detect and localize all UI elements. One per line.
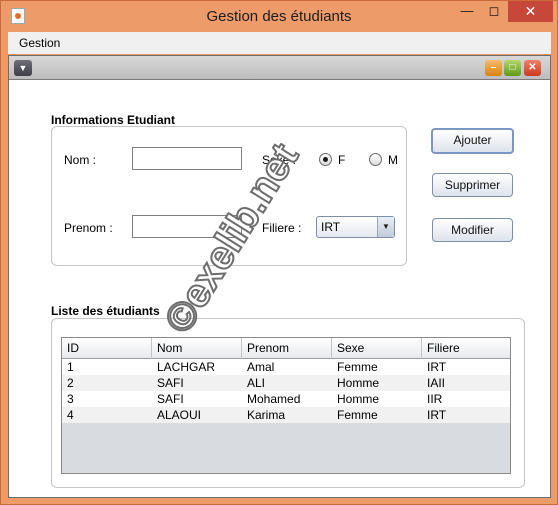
radio-m[interactable] [369, 153, 382, 166]
table-row[interactable]: 1 LACHGAR Amal Femme IRT [62, 359, 510, 375]
radio-f-label: F [338, 153, 346, 167]
frame-maximize-button[interactable]: □ [504, 60, 521, 76]
menu-gestion[interactable]: Gestion [19, 36, 60, 50]
cell-id: 1 [67, 360, 74, 374]
nom-label: Nom : [64, 153, 97, 167]
table-row[interactable]: 2 SAFI ALI Homme IAII [62, 375, 510, 391]
cell-prenom: Amal [247, 360, 275, 374]
title-bar[interactable]: Gestion des étudiants — ◻ ✕ [1, 1, 557, 32]
frame-close-button[interactable]: ✕ [524, 60, 541, 76]
column-header-sexe[interactable]: Sexe [332, 338, 422, 359]
application-window: Gestion des étudiants — ◻ ✕ Gestion ▼ – … [0, 0, 558, 505]
cell-filiere: IAII [427, 376, 446, 390]
minimize-button[interactable]: — [454, 1, 480, 22]
menu-bar: Gestion [8, 32, 551, 54]
column-header-nom[interactable]: Nom [152, 338, 242, 359]
cell-filiere: IIR [427, 392, 443, 406]
table-body: 1 LACHGAR Amal Femme IRT 2 SAFI ALI Homm… [62, 359, 510, 423]
prenom-input[interactable] [132, 215, 242, 238]
column-header-id[interactable]: ID [62, 338, 152, 359]
cell-id: 3 [67, 392, 74, 406]
chevron-down-icon[interactable]: ▼ [377, 217, 394, 237]
cell-prenom: Karima [247, 408, 286, 422]
cell-nom: ALAOUI [157, 408, 202, 422]
nom-input[interactable] [132, 147, 242, 170]
cell-sexe: Femme [337, 360, 378, 374]
list-group-title: Liste des étudiants [51, 304, 160, 318]
students-table: ID Nom Prenom Sexe Filiere 1 LACHGAR Ama… [61, 337, 511, 474]
filiere-selected-value: IRT [321, 220, 341, 234]
maximize-button[interactable]: ◻ [481, 1, 507, 22]
internal-frame: ▼ – □ ✕ Informations Etudiant Nom : Pren… [8, 55, 551, 498]
cell-nom: SAFI [157, 376, 184, 390]
close-button[interactable]: ✕ [508, 1, 553, 22]
cell-sexe: Homme [337, 392, 380, 406]
cell-sexe: Femme [337, 408, 378, 422]
radio-f[interactable] [319, 153, 332, 166]
filiere-label: Filiere : [262, 221, 302, 235]
column-header-filiere[interactable]: Filiere [422, 338, 510, 359]
cell-prenom: Mohamed [247, 392, 301, 406]
cell-filiere: IRT [427, 360, 447, 374]
frame-minimize-button[interactable]: – [485, 60, 502, 76]
cell-id: 2 [67, 376, 74, 390]
cell-nom: LACHGAR [157, 360, 216, 374]
frame-content: Informations Etudiant Nom : Prenom : Sex… [9, 81, 550, 497]
cell-prenom: ALI [247, 376, 266, 390]
prenom-label: Prenom : [64, 221, 113, 235]
sexe-label: Sexe : [262, 153, 297, 167]
table-row[interactable]: 3 SAFI Mohamed Homme IIR [62, 391, 510, 407]
supprimer-button[interactable]: Supprimer [432, 173, 513, 197]
modifier-button[interactable]: Modifier [432, 218, 513, 242]
cell-id: 4 [67, 408, 74, 422]
radio-m-label: M [388, 153, 398, 167]
info-group-title: Informations Etudiant [51, 113, 175, 127]
cell-filiere: IRT [427, 408, 447, 422]
frame-menu-icon[interactable]: ▼ [14, 60, 32, 76]
filiere-select[interactable]: IRT ▼ [316, 216, 395, 238]
column-header-prenom[interactable]: Prenom [242, 338, 332, 359]
ajouter-button[interactable]: Ajouter [431, 128, 514, 154]
cell-sexe: Homme [337, 376, 380, 390]
internal-frame-titlebar[interactable]: ▼ – □ ✕ [9, 56, 550, 80]
cell-nom: SAFI [157, 392, 184, 406]
table-header: ID Nom Prenom Sexe Filiere [62, 338, 510, 359]
table-row[interactable]: 4 ALAOUI Karima Femme IRT [62, 407, 510, 423]
